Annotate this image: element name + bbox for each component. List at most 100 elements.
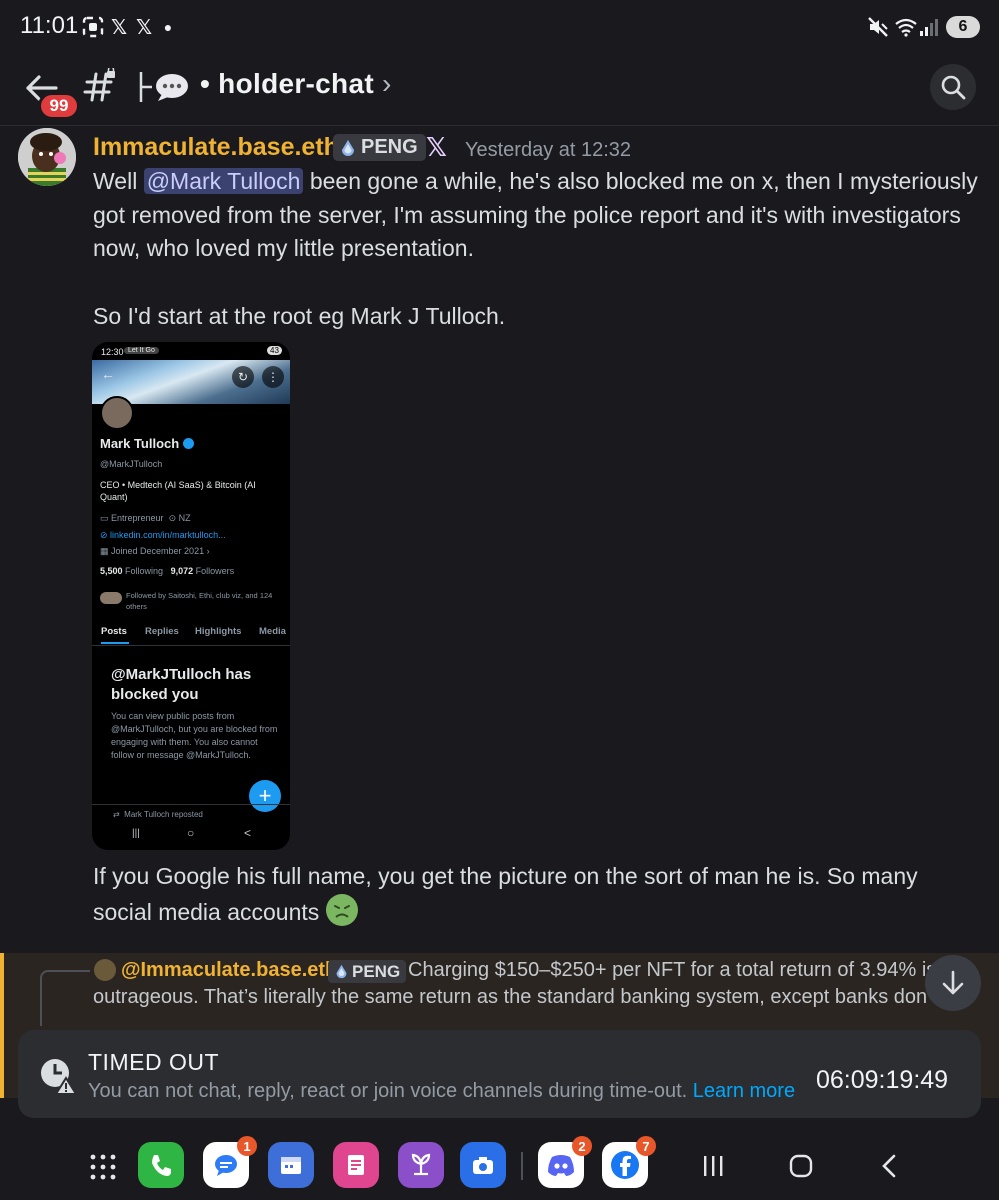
status-bar: 11:01 𝕏 𝕏 ● 6 bbox=[0, 0, 999, 56]
profile-avatar bbox=[100, 396, 134, 430]
compose-fab-icon: + bbox=[249, 780, 281, 812]
message-text: Well bbox=[93, 168, 144, 194]
messages-app-icon[interactable]: 1 bbox=[203, 1136, 257, 1188]
message-author[interactable]: Immaculate.base.eth bbox=[93, 133, 339, 162]
timeout-description: You can not chat, reply, react or join v… bbox=[88, 1080, 795, 1103]
profile-link: ⊘ linkedin.com/in/marktulloch... bbox=[100, 530, 226, 540]
facebook-badge: 7 bbox=[636, 1136, 656, 1156]
chevron-right-icon: › bbox=[382, 68, 392, 99]
locked-channel-hash-icon bbox=[80, 66, 120, 106]
message-paragraph-3: If you Google his full name, you get the… bbox=[93, 860, 978, 929]
avatar[interactable] bbox=[18, 128, 76, 186]
messages-badge: 1 bbox=[237, 1136, 257, 1156]
drop-icon bbox=[342, 139, 354, 156]
garden-app-icon[interactable] bbox=[398, 1142, 444, 1188]
message-paragraph-2: So I'd start at the root eg Mark J Tullo… bbox=[93, 303, 506, 329]
search-icon bbox=[941, 75, 966, 100]
reply-author[interactable]: @Immaculate.base.eth bbox=[121, 959, 337, 982]
recents-icon bbox=[704, 1156, 723, 1176]
tab-indicator bbox=[101, 642, 129, 644]
phone-app-icon[interactable] bbox=[138, 1142, 184, 1188]
followed-by: Followed by Saitoshi, Ethi, club viz, an… bbox=[126, 591, 273, 611]
reply-text: Charging $150–$250+ per NFT for a total … bbox=[408, 959, 937, 981]
taskbar: 1 2 7 bbox=[0, 1130, 999, 1200]
timeout-title: TIMED OUT bbox=[88, 1049, 219, 1075]
arrow-down-icon bbox=[942, 970, 964, 995]
more-icon: ⋮ bbox=[262, 366, 284, 388]
phone-battery: 43 bbox=[267, 346, 282, 355]
reply-role-tag: PENG bbox=[328, 960, 407, 983]
reply-accent-bar bbox=[0, 953, 4, 1098]
timeout-panel: TIMED OUT You can not chat, reply, react… bbox=[18, 1030, 981, 1118]
battery-indicator: 6 bbox=[946, 16, 980, 38]
message-timestamp: Yesterday at 12:32 bbox=[465, 139, 632, 161]
profile-joined: ▦ Joined December 2021 › bbox=[100, 546, 210, 556]
chevron-left-icon bbox=[882, 1154, 896, 1178]
signal-icon bbox=[918, 14, 940, 40]
profile-category: ▭ Entrepreneur ⊙ NZ bbox=[100, 513, 191, 523]
blocked-description: You can view public posts from @MarkJTul… bbox=[111, 711, 278, 760]
tab-posts: Posts bbox=[101, 626, 127, 637]
notes-app-icon[interactable] bbox=[333, 1142, 379, 1188]
phone-notice: Let It Go bbox=[124, 347, 159, 354]
home-icon bbox=[789, 1154, 813, 1178]
back-nav-button[interactable] bbox=[869, 1146, 909, 1186]
role-tag[interactable]: PENG bbox=[333, 134, 426, 161]
x-app-icon: 𝕏 bbox=[135, 16, 153, 39]
role-tag-label: PENG bbox=[361, 136, 418, 158]
discord-app-icon[interactable]: 2 bbox=[538, 1136, 592, 1188]
refresh-icon: ↻ bbox=[232, 366, 254, 388]
reply-avatar bbox=[94, 959, 116, 981]
x-badge-icon: 𝕏 bbox=[426, 131, 447, 162]
profile-follow-counts: 5,500 Following 9,072 Followers bbox=[100, 566, 235, 576]
channel-title[interactable]: • holder-chat › bbox=[200, 68, 392, 100]
reply-spine bbox=[40, 970, 90, 1026]
reposted-label: ⇄ Mark Tulloch reposted bbox=[113, 810, 203, 819]
tab-highlights: Highlights bbox=[195, 626, 242, 637]
unread-badge: 99 bbox=[38, 92, 80, 120]
home-button[interactable] bbox=[781, 1146, 821, 1186]
nav-recents-icon: ||| bbox=[132, 828, 140, 839]
timeout-countdown: 06:09:19:49 bbox=[816, 1066, 949, 1094]
back-arrow-icon: ← bbox=[101, 366, 115, 382]
blocked-title: @MarkJTulloch has blocked you bbox=[111, 666, 252, 703]
calendar-app-icon[interactable] bbox=[268, 1142, 314, 1188]
followers-avatars bbox=[100, 592, 122, 604]
facebook-app-icon[interactable]: 7 bbox=[602, 1136, 656, 1188]
reply-text: outrageous. That’s literally the same re… bbox=[93, 986, 943, 1008]
dot-icon: ● bbox=[163, 19, 173, 35]
image-attachment[interactable]: 12:30 Let It Go 43 ← ↻ ⋮ Mark Tulloch @M… bbox=[92, 342, 290, 850]
x-app-icon: 𝕏 bbox=[110, 16, 128, 39]
learn-more-link[interactable]: Learn more bbox=[693, 1080, 795, 1102]
wifi-icon bbox=[894, 14, 918, 40]
clock: 11:01 bbox=[20, 12, 79, 39]
recents-button[interactable] bbox=[693, 1146, 733, 1186]
post-divider bbox=[92, 804, 290, 805]
nav-home-icon: ○ bbox=[187, 826, 195, 840]
jump-to-bottom-button[interactable] bbox=[925, 955, 981, 1011]
mute-icon bbox=[866, 14, 890, 40]
channel-name-text: • holder-chat bbox=[200, 68, 374, 99]
reply-role-label: PENG bbox=[352, 961, 401, 981]
tab-replies: Replies bbox=[145, 626, 179, 637]
screenshot-icon bbox=[80, 14, 106, 40]
message-paragraph-1: Well @Mark Tulloch been gone a while, he… bbox=[93, 165, 978, 266]
timeout-clock-icon bbox=[38, 1056, 78, 1096]
profile-handle: @MarkJTulloch bbox=[100, 459, 163, 469]
camera-app-icon[interactable] bbox=[460, 1142, 506, 1188]
discord-badge: 2 bbox=[572, 1136, 592, 1156]
channel-header: 99 • holder-chat › bbox=[0, 56, 999, 126]
nav-back-icon: < bbox=[244, 826, 252, 840]
timeout-description-text: You can not chat, reply, react or join v… bbox=[88, 1080, 688, 1102]
apps-grid-icon[interactable] bbox=[88, 1152, 118, 1182]
search-button[interactable] bbox=[930, 64, 976, 110]
profile-bio: CEO • Medtech (AI SaaS) & Bitcoin (AI Qu… bbox=[100, 480, 256, 502]
tab-divider bbox=[92, 645, 290, 646]
user-mention[interactable]: @Mark Tulloch bbox=[143, 168, 304, 194]
phone-clock: 12:30 bbox=[101, 347, 124, 357]
verified-icon bbox=[182, 438, 194, 449]
dock-divider bbox=[521, 1152, 523, 1180]
drop-icon bbox=[336, 964, 347, 979]
profile-name: Mark Tulloch bbox=[100, 436, 194, 451]
thread-icon bbox=[138, 70, 192, 104]
